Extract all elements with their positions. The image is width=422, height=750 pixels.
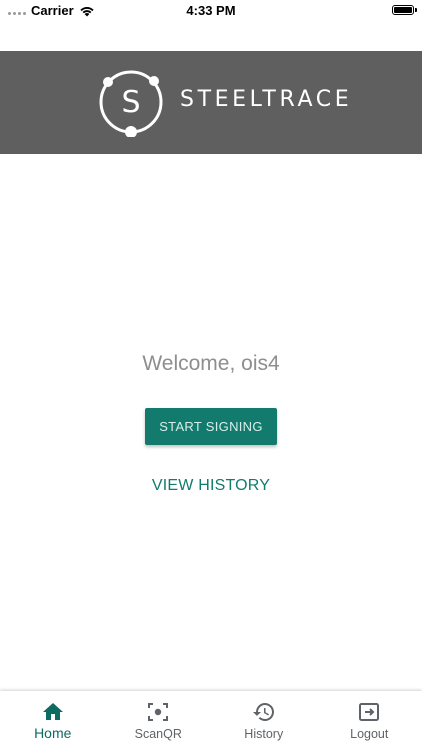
app-header: S STEELTRACE bbox=[0, 51, 422, 154]
status-bar: Carrier 4:33 PM bbox=[0, 0, 422, 22]
home-icon bbox=[42, 703, 63, 720]
tab-home-label: Home bbox=[34, 725, 72, 741]
view-history-link[interactable]: VIEW HISTORY bbox=[0, 477, 422, 495]
tab-history-label: History bbox=[244, 727, 284, 741]
status-time: 4:33 PM bbox=[186, 3, 236, 18]
battery-icon bbox=[392, 5, 417, 15]
brand-name: STEELTRACE bbox=[180, 87, 353, 112]
tab-bar: Home ScanQR History Logout bbox=[0, 691, 422, 750]
tab-home[interactable]: Home bbox=[0, 691, 106, 750]
welcome-text: Welcome, ois4 bbox=[142, 352, 280, 375]
logo-letter: S bbox=[121, 85, 140, 120]
tab-history[interactable]: History bbox=[211, 691, 317, 750]
start-signing-button[interactable]: START SIGNING bbox=[145, 408, 277, 445]
tab-logout-label: Logout bbox=[350, 727, 389, 741]
steeltrace-logo-icon: S bbox=[99, 70, 163, 137]
tab-scanqr[interactable]: ScanQR bbox=[106, 691, 212, 750]
scan-qr-icon bbox=[148, 703, 169, 721]
logout-icon bbox=[359, 703, 380, 721]
tab-logout[interactable]: Logout bbox=[317, 691, 422, 750]
tab-scanqr-label: ScanQR bbox=[134, 727, 182, 741]
history-icon bbox=[252, 703, 274, 721]
